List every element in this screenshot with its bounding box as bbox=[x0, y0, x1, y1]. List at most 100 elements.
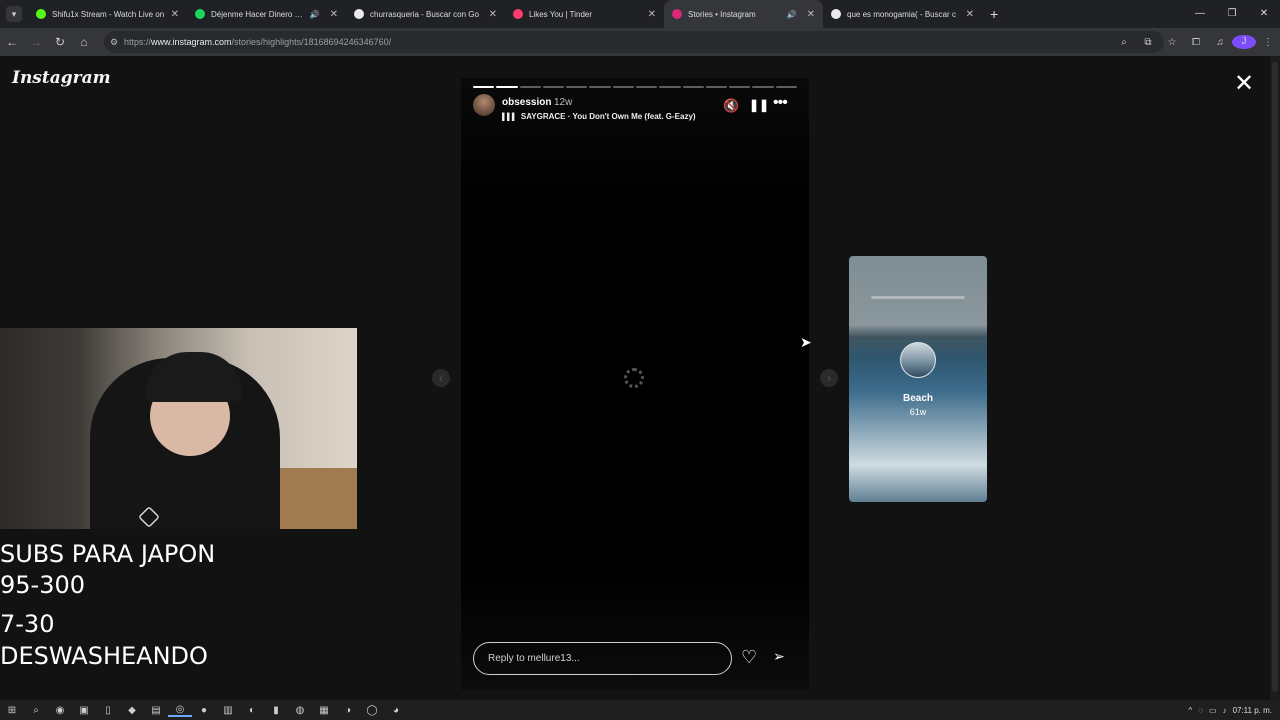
story-username[interactable]: obsession bbox=[502, 97, 551, 108]
zoom-icon[interactable]: ⌕ bbox=[1112, 37, 1136, 48]
app-folder-icon[interactable]: ▥ bbox=[216, 705, 240, 716]
tab-close-icon[interactable]: ✕ bbox=[330, 9, 338, 20]
app-game-icon[interactable]: ◍ bbox=[288, 705, 312, 716]
tab-title: Likes You | Tinder bbox=[529, 9, 593, 19]
story-progress-bar bbox=[473, 86, 797, 88]
previous-story-arrow-icon[interactable]: ‹ bbox=[432, 369, 450, 387]
browser-tab[interactable]: Déjenme Hacer Dinero • Ed 🔊 ✕ bbox=[187, 0, 346, 28]
pause-icon[interactable]: ❚❚ bbox=[749, 98, 769, 112]
instagram-logo[interactable]: Instagram bbox=[12, 68, 111, 88]
minimize-button[interactable]: — bbox=[1184, 0, 1216, 28]
reply-input[interactable] bbox=[473, 642, 732, 675]
story-progress-segment bbox=[635, 86, 658, 88]
volume-icon[interactable]: ♪ bbox=[1223, 706, 1227, 715]
start-menu-icon[interactable]: ⊞ bbox=[0, 705, 24, 716]
system-tray: ^ ◌ ▭ ♪ 07:11 p. m. bbox=[1188, 700, 1272, 720]
next-highlight-preview[interactable]: Beach 61w bbox=[849, 256, 987, 502]
url-prefix: https:// bbox=[124, 37, 152, 47]
story-progress-segment bbox=[496, 86, 518, 88]
close-window-button[interactable]: ✕ bbox=[1248, 0, 1280, 28]
browser-tab[interactable]: churrasqueria - Buscar con Go ✕ bbox=[346, 0, 505, 28]
browser-toolbar: ← → ↻ ⌂ ⚙ https://www.instagram.com/stor… bbox=[0, 28, 1280, 56]
tab-search-button[interactable]: ▾ bbox=[6, 6, 22, 22]
story-avatar[interactable] bbox=[473, 94, 495, 116]
story-progress-segment bbox=[542, 86, 565, 88]
steam-icon[interactable]: ◉ bbox=[48, 705, 72, 716]
tab-close-icon[interactable]: ✕ bbox=[807, 9, 815, 20]
mute-icon[interactable]: 🔇 bbox=[723, 98, 739, 114]
scrollbar-thumb[interactable] bbox=[1272, 62, 1278, 692]
like-heart-icon[interactable]: ♡ bbox=[741, 647, 757, 668]
more-options-icon[interactable]: ••• bbox=[773, 94, 788, 112]
browser-tab[interactable]: Likes You | Tinder ✕ bbox=[505, 0, 664, 28]
tab-favicon-icon bbox=[195, 9, 205, 19]
tab-title: churrasqueria - Buscar con Go bbox=[370, 9, 479, 19]
obs-icon[interactable]: ● bbox=[192, 705, 216, 716]
story-progress-segment bbox=[729, 86, 751, 88]
new-tab-button[interactable]: + bbox=[990, 6, 998, 22]
share-send-icon[interactable]: ➢ bbox=[773, 648, 785, 665]
tab-favicon-icon bbox=[831, 9, 841, 19]
search-icon[interactable]: ⌕ bbox=[24, 705, 48, 716]
back-button[interactable]: ← bbox=[0, 35, 24, 49]
network-icon[interactable]: ◌ bbox=[1198, 706, 1203, 715]
story-progress-segment bbox=[752, 86, 774, 88]
tab-audio-icon[interactable]: 🔊 bbox=[310, 10, 320, 19]
tray-chevron-icon[interactable]: ^ bbox=[1188, 706, 1192, 715]
browser-tab[interactable]: que es monogamia( - Buscar c ✕ bbox=[823, 0, 982, 28]
story-viewer[interactable]: obsession 12w ▌▌▌ SAYGRACE · You Don't Ow… bbox=[461, 78, 809, 690]
mouse-cursor-icon: ➤ bbox=[800, 334, 812, 350]
app-blue-icon[interactable]: ◆ bbox=[120, 705, 144, 716]
install-app-icon[interactable]: ⧉ bbox=[1136, 37, 1160, 48]
overlay-count: 7-30 bbox=[0, 610, 55, 638]
restore-button[interactable]: ❐ bbox=[1216, 0, 1248, 28]
story-progress-segment bbox=[775, 86, 797, 88]
close-stories-button[interactable]: ✕ bbox=[1232, 72, 1256, 96]
clock[interactable]: 07:11 p. m. bbox=[1233, 706, 1272, 715]
app-orange-icon[interactable]: ◐ bbox=[240, 705, 264, 716]
tab-close-icon[interactable]: ✕ bbox=[171, 9, 179, 20]
story-progress-segment bbox=[612, 86, 634, 88]
extensions-icon[interactable]: ⧠ bbox=[1184, 37, 1208, 48]
address-bar[interactable]: ⚙ https://www.instagram.com/stories/high… bbox=[104, 31, 1164, 53]
profile-avatar[interactable]: J bbox=[1232, 35, 1256, 49]
streamer-webcam-overlay bbox=[0, 328, 357, 529]
display-icon[interactable]: ▭ bbox=[1209, 706, 1217, 715]
app-ring-icon[interactable]: ◯ bbox=[360, 705, 384, 716]
story-timestamp: 12w bbox=[554, 97, 573, 108]
next-story-arrow-icon[interactable]: › bbox=[820, 369, 838, 387]
page-scrollbar[interactable] bbox=[1270, 56, 1280, 700]
browser-tab[interactable]: Stories • Instagram 🔊 ✕ bbox=[664, 0, 823, 28]
loading-spinner-icon bbox=[624, 368, 644, 388]
app-grid-icon[interactable]: ▦ bbox=[312, 705, 336, 716]
overlay-status: DESWASHEANDO bbox=[0, 642, 208, 670]
story-music-label[interactable]: ▌▌▌ SAYGRACE · You Don't Own Me (feat. G-… bbox=[502, 112, 696, 121]
story-music-text: SAYGRACE · You Don't Own Me (feat. G-Eaz… bbox=[520, 112, 696, 121]
reload-button[interactable]: ↻ bbox=[48, 35, 72, 49]
story-progress-segment bbox=[589, 86, 611, 88]
forward-button[interactable]: → bbox=[24, 35, 48, 49]
tab-close-icon[interactable]: ✕ bbox=[648, 9, 656, 20]
chrome-icon[interactable]: ◎ bbox=[168, 704, 192, 717]
bookmark-star-icon[interactable]: ☆ bbox=[1160, 37, 1184, 48]
story-progress-segment bbox=[519, 86, 541, 88]
tab-close-icon[interactable]: ✕ bbox=[966, 9, 974, 20]
discord-icon[interactable]: ◕ bbox=[384, 705, 408, 716]
browser-tab[interactable]: Shifu1x Stream - Watch Live on ✕ bbox=[28, 0, 187, 28]
app-red-icon[interactable]: ▣ bbox=[72, 705, 96, 716]
home-button[interactable]: ⌂ bbox=[72, 35, 96, 49]
tab-close-icon[interactable]: ✕ bbox=[489, 9, 497, 20]
browser-menu-icon[interactable]: ⋮ bbox=[1256, 37, 1280, 48]
app-moon-icon[interactable]: ◑ bbox=[336, 705, 360, 716]
site-info-icon[interactable]: ⚙ bbox=[104, 37, 124, 48]
tab-favicon-icon bbox=[36, 9, 46, 19]
instagram-stories-page: Instagram ✕ ‹ obsession 12w ▌▌▌ SAYGRACE … bbox=[0, 56, 1270, 700]
tab-audio-icon[interactable]: 🔊 bbox=[787, 10, 797, 19]
media-controls-icon[interactable]: ♫ bbox=[1208, 37, 1232, 48]
tab-favicon-icon bbox=[354, 9, 364, 19]
file-icon[interactable]: ▯ bbox=[96, 705, 120, 716]
folder-icon[interactable]: ▤ bbox=[144, 705, 168, 716]
app-mic-icon[interactable]: ▮ bbox=[264, 705, 288, 716]
overlay-subs-goal: SUBS PARA JAPON bbox=[0, 540, 216, 568]
tab-title: que es monogamia( - Buscar c bbox=[847, 9, 956, 19]
